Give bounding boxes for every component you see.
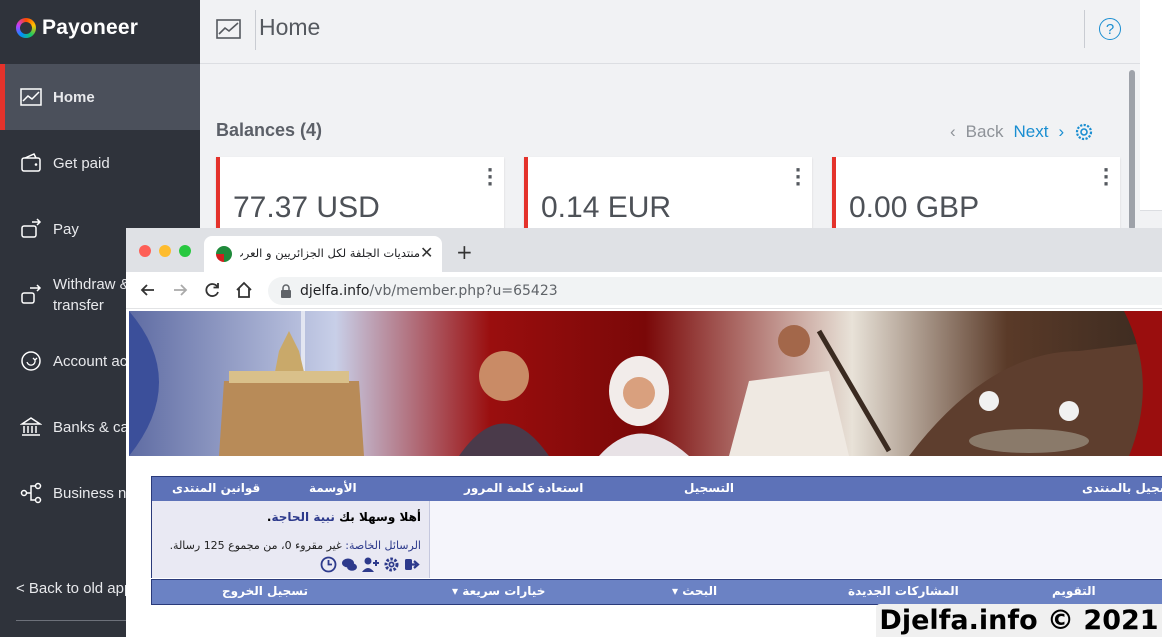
lock-icon (281, 284, 291, 298)
sidebar-item-home[interactable]: Home (0, 64, 200, 130)
more-icon[interactable]: · · · (794, 162, 802, 194)
forum-bottom-nav: التقويم المشاركات الجديدة البحث ▾ خيارات… (151, 579, 1162, 605)
payoneer-logo[interactable]: Payoneer (16, 16, 138, 40)
gear-icon[interactable] (1074, 122, 1094, 142)
username-link[interactable]: نبية الحاجة (271, 510, 334, 524)
close-window-button[interactable] (139, 245, 151, 257)
balance-amount: 0.00 GBP (849, 191, 980, 224)
payoneer-logo-icon (16, 18, 36, 38)
back-arrow-icon[interactable] (138, 280, 158, 300)
nav-new-posts[interactable]: المشاركات الجديدة (848, 584, 959, 598)
balance-card[interactable]: 0.00 GBP · · · (832, 157, 1120, 237)
transfer-icon (21, 284, 42, 304)
more-icon[interactable]: · · · (486, 162, 494, 194)
browser-window: منتديات الجلفة لكل الجزائريين و العرب - … (126, 228, 1162, 637)
sidebar-item-label: Home (53, 88, 95, 106)
browser-tab[interactable]: منتديات الجلفة لكل الجزائريين و العرب - … (204, 236, 442, 272)
clock-icon[interactable] (320, 556, 337, 573)
welcome-prefix: أهلا وسهلا بك (339, 510, 421, 524)
nav-quick-options[interactable]: خيارات سريعة ▾ (452, 584, 545, 598)
minimize-window-button[interactable] (159, 245, 171, 257)
balance-card[interactable]: 77.37 USD · · · (216, 157, 504, 237)
nav-register[interactable]: التسجيل (684, 481, 734, 495)
welcome-row-blank (429, 501, 1162, 578)
forward-arrow-icon[interactable] (170, 280, 190, 300)
divider (255, 10, 256, 50)
watermark-text: Djelfa.info © 2021 (876, 604, 1162, 637)
page-title: Home (259, 14, 321, 40)
page-header: Home ? (200, 0, 1140, 64)
nav-forum-rules[interactable]: قوانين المنتدى (172, 481, 260, 495)
wallet-icon (21, 153, 41, 172)
reload-icon[interactable] (202, 280, 222, 300)
network-icon (20, 482, 42, 504)
nav-logout[interactable]: تسجيل الخروج (222, 584, 308, 598)
balances-pager: ‹ Back Next › (950, 122, 1094, 142)
nav-medals[interactable]: الأوسمة (309, 481, 357, 495)
nav-search[interactable]: البحث ▾ (672, 584, 717, 598)
close-icon[interactable]: ✕ (420, 243, 433, 262)
url-host: djelfa.info (300, 283, 370, 299)
settings-gear-icon[interactable] (383, 556, 400, 573)
add-user-icon[interactable] (362, 556, 379, 573)
balance-amount: 0.14 EUR (541, 191, 672, 224)
maximize-window-button[interactable] (179, 245, 191, 257)
brand-name: Payoneer (42, 16, 139, 39)
nav-calendar[interactable]: التقويم (1052, 584, 1096, 598)
chevron-left-icon[interactable]: ‹ (950, 122, 956, 142)
nav-register-login[interactable]: تسجيل بالمنتدى (1082, 481, 1162, 495)
user-actions (320, 556, 421, 573)
sidebar-item-label: Business n (53, 484, 127, 502)
logout-icon[interactable] (404, 556, 421, 573)
private-messages-info: الرسائل الخاصة: غير مقروء 0، من مجموع 12… (170, 539, 421, 552)
tab-title: منتديات الجلفة لكل الجزائريين و العرب - (240, 246, 420, 260)
home-icon[interactable] (234, 280, 254, 300)
favicon-icon (216, 246, 232, 262)
chevron-right-icon[interactable]: › (1058, 122, 1064, 142)
more-icon[interactable]: · · · (1102, 162, 1110, 194)
welcome-text: أهلا وسهلا بك نبية الحاجة. (266, 510, 421, 524)
back-button[interactable]: Back (966, 122, 1004, 142)
browser-toolbar: djelfa.info/vb/member.php?u=65423 (126, 272, 1162, 309)
divider (1140, 210, 1162, 211)
chart-icon (20, 88, 42, 106)
balance-card[interactable]: 0.14 EUR · · · (524, 157, 812, 237)
forum-top-nav: تسجيل بالمنتدى التسجيل استعادة كلمة المر… (151, 476, 1162, 502)
divider (1084, 10, 1085, 48)
new-tab-button[interactable]: + (456, 240, 473, 264)
back-to-old-app-link[interactable]: < Back to old app (16, 580, 132, 597)
url-path: /vb/member.php?u=65423 (369, 283, 558, 299)
help-icon[interactable]: ? (1099, 18, 1121, 40)
sidebar-item-label: Account ac (53, 352, 128, 370)
scrollbar[interactable] (1129, 70, 1135, 230)
tab-bar: منتديات الجلفة لكل الجزائريين و العرب - … (126, 228, 1162, 272)
private-messages-link[interactable]: الرسائل الخاصة: (345, 539, 421, 552)
sidebar-item-label: Pay (53, 220, 79, 238)
url-text: djelfa.info/vb/member.php?u=65423 (300, 283, 558, 299)
balances-title: Balances (4) (216, 120, 323, 140)
right-panel-edge (1140, 0, 1162, 210)
private-messages-count: غير مقروء 0، من مجموع 125 رسالة. (169, 539, 342, 552)
nav-password-recovery[interactable]: استعادة كلمة المرور (464, 481, 583, 495)
sidebar-item-label: Get paid (53, 154, 110, 172)
nav-quick-options-label: خيارات سريعة (462, 584, 546, 598)
forum-banner-image (129, 311, 1162, 456)
account-icon (21, 351, 41, 371)
next-button[interactable]: Next (1013, 122, 1048, 142)
user-welcome-box: أهلا وسهلا بك نبية الحاجة. الرسائل الخاص… (151, 501, 429, 578)
bank-icon (20, 417, 42, 436)
chart-icon (216, 19, 241, 39)
address-bar[interactable]: djelfa.info/vb/member.php?u=65423 (268, 277, 1162, 305)
pay-icon (21, 218, 42, 238)
caret-down-icon: ▾ (452, 584, 459, 598)
forum-page: تسجيل بالمنتدى التسجيل استعادة كلمة المر… (126, 309, 1162, 637)
sidebar-item-get-paid[interactable]: Get paid (0, 130, 200, 196)
balance-amount: 77.37 USD (233, 191, 380, 224)
nav-search-label: البحث (682, 584, 718, 598)
sidebar-item-label: Banks & ca (53, 418, 129, 436)
caret-down-icon: ▾ (672, 584, 679, 598)
sidebar-item-label: Withdraw & transfer (53, 276, 130, 314)
chat-icon[interactable] (341, 556, 358, 573)
